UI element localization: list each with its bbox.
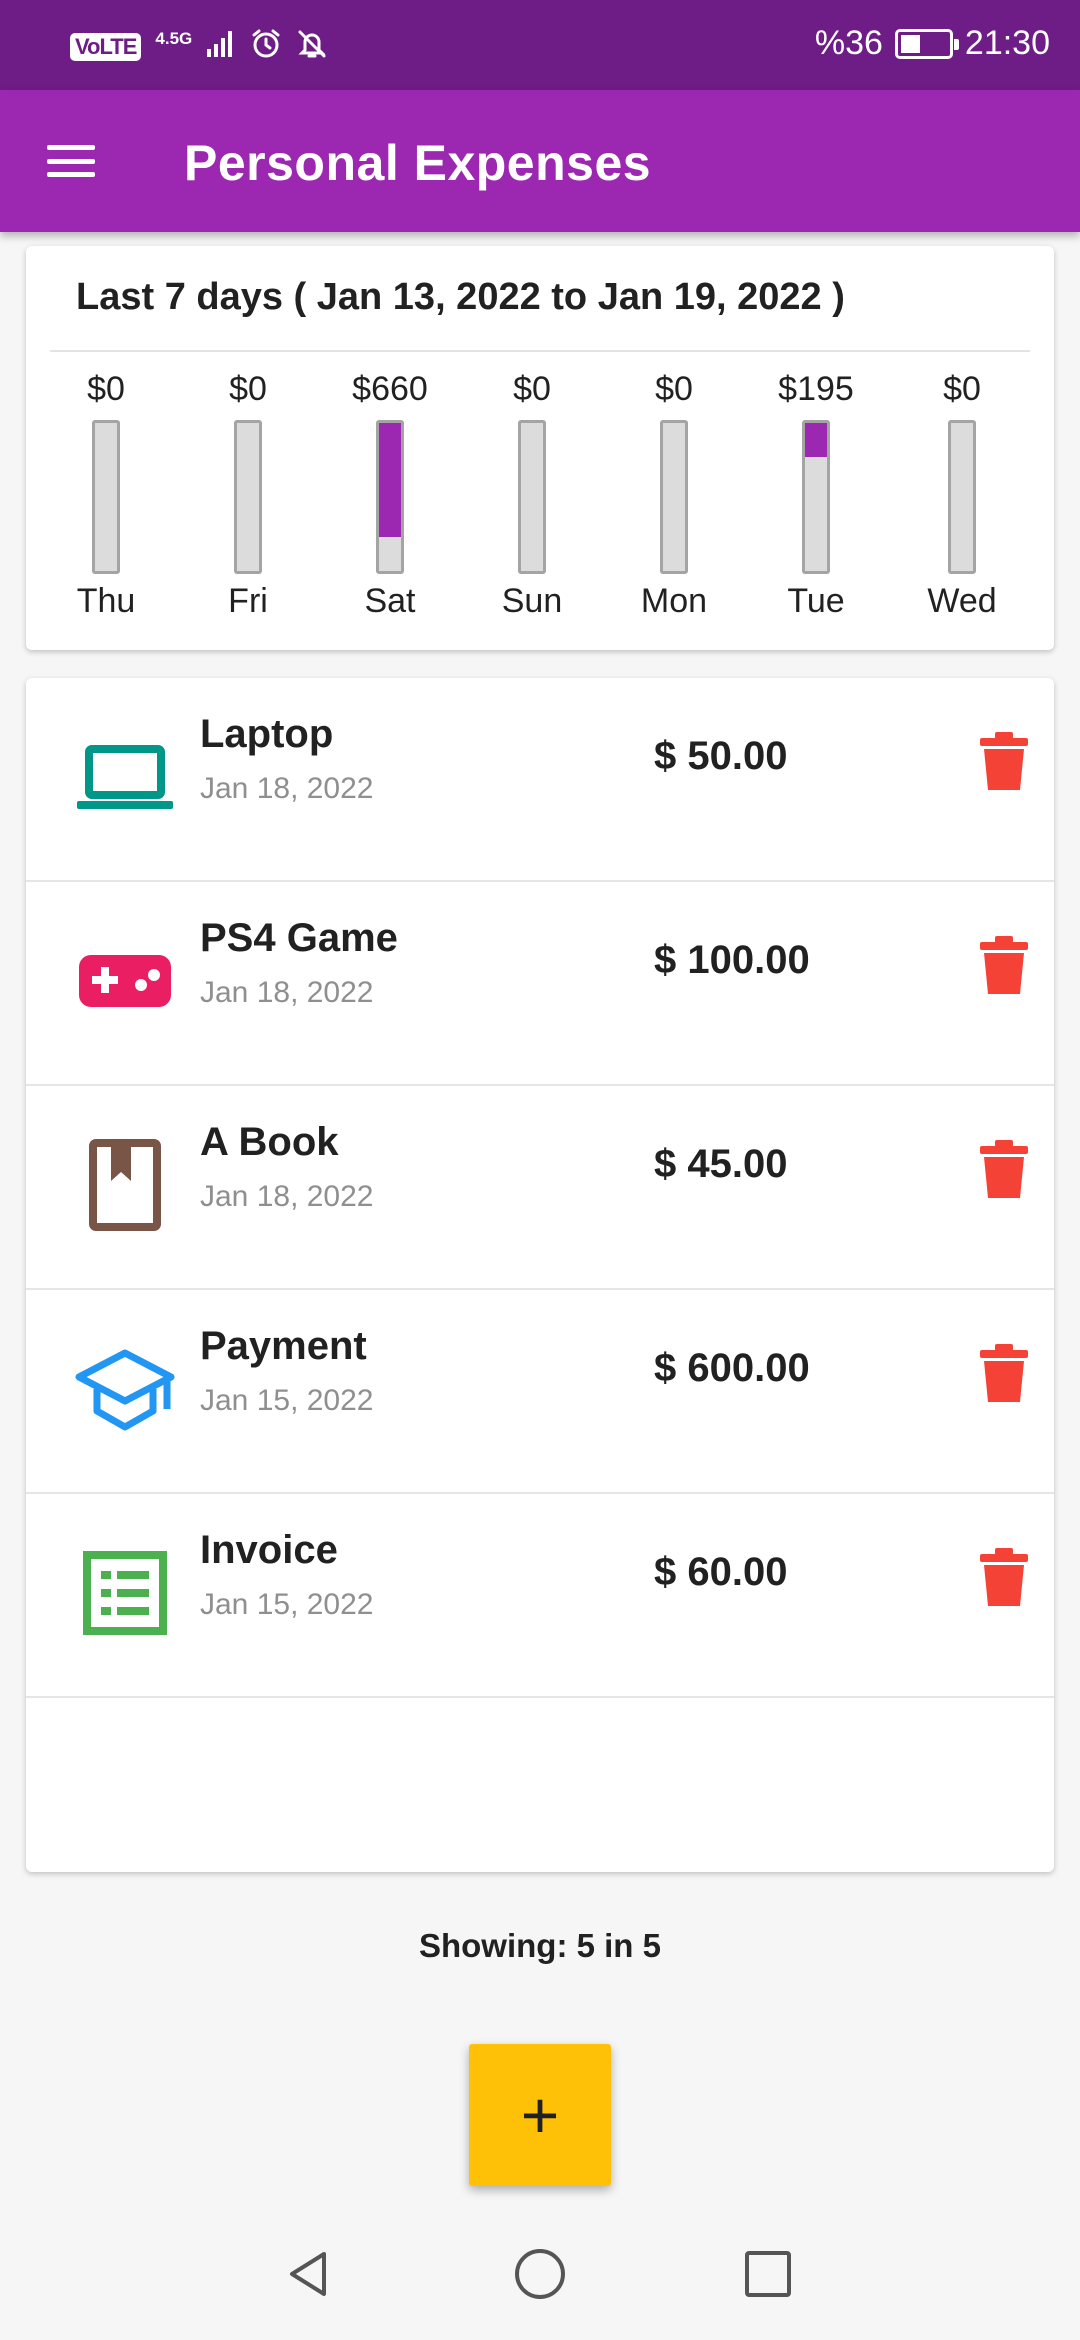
bar-amount-label: $195 [778, 370, 854, 408]
delete-icon[interactable] [978, 1140, 1030, 1200]
book-icon [70, 1130, 180, 1240]
transaction-date: Jan 15, 2022 [200, 1588, 374, 1621]
transaction-date: Jan 18, 2022 [200, 976, 374, 1009]
transaction-row[interactable]: PS4 Game Jan 18, 2022 $ 100.00 [26, 882, 1054, 1086]
status-bar: VoLTE 4.5G %36 21:30 [0, 0, 1080, 90]
status-right: %36 21:30 [815, 24, 1050, 63]
bar-amount-label: $0 [513, 370, 551, 408]
transaction-title: Laptop [200, 712, 334, 756]
add-icon: + [520, 2078, 560, 2152]
bar-track [518, 420, 546, 574]
transaction-title: Payment [200, 1324, 367, 1368]
bar-day-label: Tue [787, 582, 845, 620]
school-icon [70, 1334, 180, 1444]
transaction-amount: $ 600.00 [654, 1346, 810, 1390]
bar-day-fri: $0 Fri [188, 370, 308, 640]
bar-day-sat: $660 Sat [330, 370, 450, 640]
bar-track [92, 420, 120, 574]
home-icon[interactable] [500, 2234, 580, 2314]
volte-badge: VoLTE [70, 32, 142, 61]
transaction-amount: $ 50.00 [654, 734, 788, 778]
bar-amount-label: $0 [655, 370, 693, 408]
transaction-row[interactable]: Payment Jan 15, 2022 $ 600.00 [26, 1290, 1054, 1494]
transaction-date: Jan 18, 2022 [200, 1180, 374, 1213]
transaction-amount: $ 45.00 [654, 1142, 788, 1186]
menu-icon[interactable] [44, 141, 98, 181]
transaction-amount: $ 60.00 [654, 1550, 788, 1594]
transaction-row[interactable]: Invoice Jan 15, 2022 $ 60.00 [26, 1494, 1054, 1698]
transaction-title: Invoice [200, 1528, 338, 1572]
delete-icon[interactable] [978, 1548, 1030, 1608]
recents-icon[interactable] [728, 2234, 808, 2314]
bar-day-sun: $0 Sun [472, 370, 592, 640]
transaction-list[interactable]: Laptop Jan 18, 2022 $ 50.00 PS4 Game Jan 18,… [26, 678, 1054, 1872]
bar-fill [379, 423, 401, 537]
bar-day-label: Mon [640, 582, 708, 620]
bar-amount-label: $0 [943, 370, 981, 408]
transaction-row[interactable]: Laptop Jan 18, 2022 $ 50.00 [26, 678, 1054, 882]
back-icon[interactable] [268, 2234, 348, 2314]
bar-amount-label: $0 [229, 370, 267, 408]
add-transaction-button[interactable]: + [469, 2044, 611, 2186]
gamepad-icon [70, 926, 180, 1036]
bar-day-thu: $0 Thu [46, 370, 166, 640]
bar-amount-label: $0 [87, 370, 125, 408]
bar-track [660, 420, 688, 574]
bar-track [376, 420, 404, 574]
battery-charging-icon [894, 28, 959, 59]
chart-divider [50, 350, 1030, 352]
signal-icon [206, 29, 236, 64]
transaction-amount: $ 100.00 [654, 938, 810, 982]
battery-percent: %36 [814, 24, 883, 62]
transaction-title: A Book [200, 1120, 339, 1164]
bar-fill [805, 423, 827, 458]
alarm-icon [250, 28, 282, 65]
weekly-chart-card: Last 7 days ( Jan 13, 2022 to Jan 19, 20… [26, 246, 1054, 650]
transaction-row[interactable]: A Book Jan 18, 2022 $ 45.00 [26, 1086, 1054, 1290]
notifications-off-icon [296, 28, 328, 65]
network-type: 4.5G [155, 29, 193, 48]
list-alt-icon [70, 1538, 180, 1648]
transaction-date: Jan 15, 2022 [200, 1384, 374, 1417]
bar-day-label: Thu [76, 582, 136, 620]
laptop-icon [70, 722, 180, 832]
app-title: Personal Expenses [184, 135, 652, 191]
status-left: VoLTE 4.5G [70, 28, 328, 65]
delete-icon[interactable] [978, 732, 1030, 792]
delete-icon[interactable] [978, 1344, 1030, 1404]
system-navigation-bar [0, 2208, 1080, 2340]
transaction-date: Jan 18, 2022 [200, 772, 374, 805]
bar-day-tue: $195 Tue [756, 370, 876, 640]
bar-amount-label: $660 [352, 370, 428, 408]
bar-day-mon: $0 Mon [614, 370, 734, 640]
chart-title: Last 7 days ( Jan 13, 2022 to Jan 19, 20… [76, 276, 845, 318]
bar-track [234, 420, 262, 574]
bar-day-label: Sun [501, 582, 563, 620]
showing-count: Showing: 5 in 5 [418, 1927, 661, 1964]
bar-day-label: Wed [927, 582, 997, 620]
bar-track [802, 420, 830, 574]
clock: 21:30 [964, 24, 1050, 62]
bar-day-label: Fri [228, 582, 268, 620]
bar-track [948, 420, 976, 574]
transaction-title: PS4 Game [200, 916, 398, 960]
bar-day-wed: $0 Wed [902, 370, 1022, 640]
delete-icon[interactable] [978, 936, 1030, 996]
weekly-bar-chart: $0 Thu $0 Fri $660 Sat $0 Sun $0 Mon $195 Tue $0 Wed [46, 370, 1034, 640]
battery-level [900, 34, 920, 53]
bar-day-label: Sat [364, 582, 416, 620]
app-bar: Personal Expenses [0, 90, 1080, 232]
